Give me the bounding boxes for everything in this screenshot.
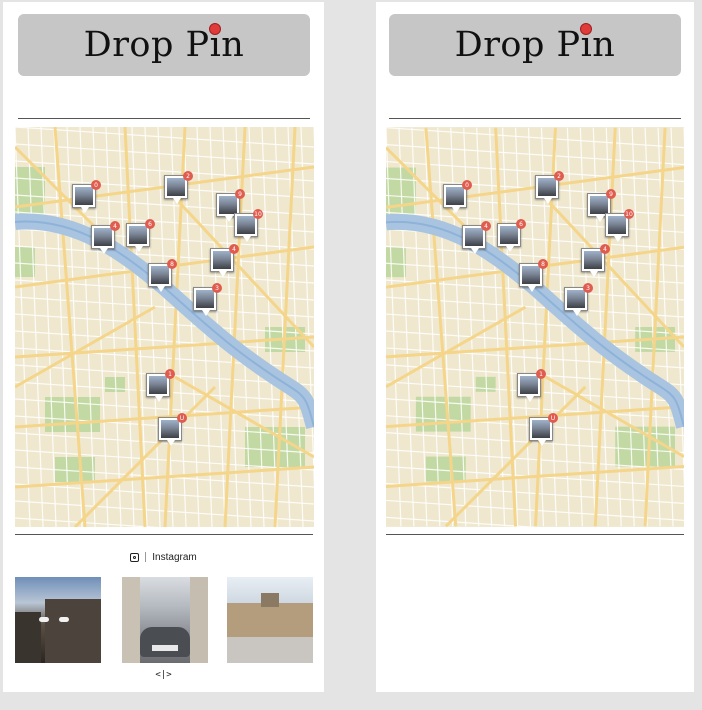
marker-thumbnail — [213, 251, 231, 269]
marker-count-badge: 3 — [212, 283, 222, 293]
app-panel-right: Drop Pin 0 2 9 10 6 4 8 4 3 1 U — [376, 2, 694, 692]
map-photo-marker[interactable]: 1 — [146, 369, 175, 402]
map-photo-marker[interactable]: 3 — [564, 283, 593, 316]
divider — [18, 118, 310, 119]
map-photo-marker[interactable]: 6 — [126, 219, 155, 252]
divider — [389, 118, 681, 119]
map-photo-marker[interactable]: U — [158, 413, 187, 446]
marker-count-badge: U — [177, 413, 187, 423]
marker-thumbnail — [219, 196, 237, 214]
map-photo-marker[interactable]: 4 — [581, 244, 610, 277]
map-photo-marker[interactable]: 0 — [443, 180, 472, 213]
separator — [145, 552, 147, 562]
marker-thumbnail — [129, 226, 147, 244]
gallery-pager[interactable]: <|> — [3, 670, 324, 680]
map-photo-marker[interactable]: 10 — [605, 209, 634, 242]
app-panel-left: Drop Pin 0 2 9 10 6 4 8 4 3 1 U Instagram <|> — [3, 2, 324, 692]
marker-count-badge: 8 — [167, 259, 177, 269]
header-logo[interactable]: Drop Pin — [18, 14, 310, 76]
divider — [15, 534, 313, 535]
marker-count-badge: 4 — [110, 221, 120, 231]
map-photo-marker[interactable]: 4 — [462, 221, 491, 254]
map-photo-marker[interactable]: U — [529, 413, 558, 446]
map-photo-marker[interactable]: 10 — [234, 209, 263, 242]
map-photo-marker[interactable]: 6 — [497, 219, 526, 252]
map-photo-marker[interactable]: 8 — [148, 259, 177, 292]
header-logo[interactable]: Drop Pin — [389, 14, 681, 76]
logo-text-part: Drop P — [454, 25, 581, 65]
instagram-link[interactable]: Instagram — [3, 550, 324, 564]
marker-count-badge: 3 — [583, 283, 593, 293]
map-photo-marker[interactable]: 8 — [519, 259, 548, 292]
instagram-icon — [130, 552, 140, 562]
logo-text-part: n — [592, 25, 616, 65]
marker-thumbnail — [196, 290, 214, 308]
marker-thumbnail — [520, 376, 538, 394]
marker-count-badge: 9 — [606, 189, 616, 199]
marker-count-badge: 0 — [462, 180, 472, 190]
marker-thumbnail — [590, 196, 608, 214]
marker-thumbnail — [538, 178, 556, 196]
divider — [386, 534, 684, 535]
marker-thumbnail — [75, 187, 93, 205]
marker-thumbnail — [584, 251, 602, 269]
marker-count-badge: 8 — [538, 259, 548, 269]
gallery-photo[interactable] — [15, 577, 101, 663]
marker-count-badge: 4 — [481, 221, 491, 231]
marker-thumbnail — [446, 187, 464, 205]
logo-wordmark: Drop Pin — [83, 23, 245, 65]
map-photo-marker[interactable]: 4 — [91, 221, 120, 254]
marker-count-badge: 0 — [91, 180, 101, 190]
map-photo-marker[interactable]: 3 — [193, 283, 222, 316]
instagram-label: Instagram — [152, 551, 197, 563]
marker-thumbnail — [532, 420, 550, 438]
gallery-photo[interactable] — [122, 577, 208, 663]
marker-count-badge: 6 — [145, 219, 155, 229]
marker-thumbnail — [465, 228, 483, 246]
marker-count-badge: 4 — [600, 244, 610, 254]
marker-thumbnail — [167, 178, 185, 196]
map-view[interactable]: 0 2 9 10 6 4 8 4 3 1 U — [15, 127, 314, 527]
marker-count-badge: 6 — [516, 219, 526, 229]
map-view[interactable]: 0 2 9 10 6 4 8 4 3 1 U — [386, 127, 684, 527]
gallery-photo[interactable] — [227, 577, 313, 663]
marker-count-badge: 4 — [229, 244, 239, 254]
marker-thumbnail — [151, 266, 169, 284]
map-park — [386, 247, 406, 278]
map-park — [15, 247, 35, 277]
marker-count-badge: 1 — [536, 369, 546, 379]
logo-pin-letter: i — [209, 23, 222, 65]
marker-thumbnail — [149, 376, 167, 394]
marker-thumbnail — [500, 226, 518, 244]
marker-count-badge: 10 — [253, 209, 263, 219]
logo-pin-letter: i — [580, 23, 593, 65]
marker-thumbnail — [567, 290, 585, 308]
map-photo-marker[interactable]: 0 — [72, 180, 101, 213]
marker-thumbnail — [237, 216, 255, 234]
map-photo-marker[interactable]: 4 — [210, 244, 239, 277]
marker-count-badge: 2 — [183, 171, 193, 181]
marker-count-badge: 10 — [624, 209, 634, 219]
logo-text-part: Drop P — [83, 25, 210, 65]
marker-thumbnail — [608, 216, 626, 234]
logo-wordmark: Drop Pin — [454, 23, 616, 65]
marker-thumbnail — [522, 266, 540, 284]
marker-thumbnail — [161, 420, 179, 438]
marker-thumbnail — [94, 228, 112, 246]
marker-count-badge: 9 — [235, 189, 245, 199]
map-photo-marker[interactable]: 2 — [535, 171, 564, 204]
marker-count-badge: 1 — [165, 369, 175, 379]
marker-count-badge: U — [548, 413, 558, 423]
marker-count-badge: 2 — [554, 171, 564, 181]
logo-text-part: n — [221, 25, 245, 65]
map-photo-marker[interactable]: 1 — [517, 369, 546, 402]
map-photo-marker[interactable]: 2 — [164, 171, 193, 204]
